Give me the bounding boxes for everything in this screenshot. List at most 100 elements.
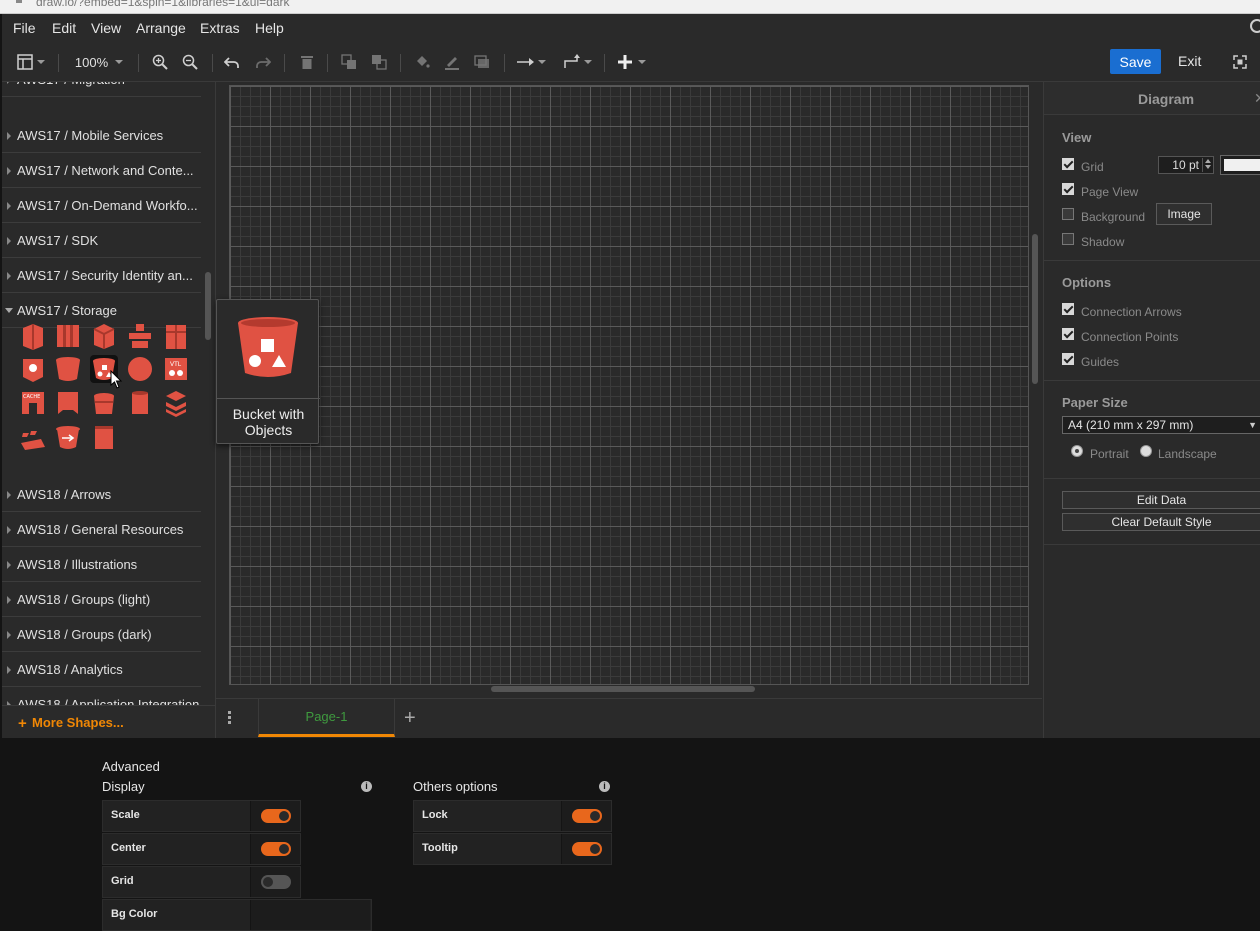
library-row[interactable]: AWS18 / Arrows bbox=[2, 477, 201, 512]
menu-help[interactable]: Help bbox=[255, 20, 284, 36]
library-row[interactable]: AWS18 / Illustrations bbox=[2, 547, 201, 582]
shape-cluster-icon[interactable] bbox=[126, 322, 154, 350]
shape-column-icon[interactable] bbox=[54, 322, 82, 350]
fill-color-button[interactable] bbox=[412, 50, 432, 74]
shape-vtl-icon[interactable]: VTL bbox=[162, 355, 190, 383]
redo-button[interactable] bbox=[253, 50, 273, 74]
shadow-checkbox[interactable] bbox=[1062, 233, 1074, 245]
option-label: Center bbox=[111, 842, 146, 854]
close-icon[interactable]: ✕ bbox=[1254, 90, 1260, 107]
option-control-cell bbox=[561, 834, 611, 864]
insert-dropdown[interactable] bbox=[615, 50, 649, 74]
to-front-button[interactable] bbox=[339, 50, 359, 74]
exit-button[interactable]: Exit bbox=[1178, 53, 1201, 69]
toggle-switch[interactable] bbox=[572, 809, 602, 823]
menu-view[interactable]: View bbox=[91, 20, 121, 36]
vertical-scrollbar[interactable] bbox=[1032, 234, 1038, 384]
zoom-out-button[interactable] bbox=[180, 50, 200, 74]
more-shapes-button[interactable]: + More Shapes... bbox=[2, 705, 215, 738]
option-row: Lock bbox=[413, 800, 612, 832]
edit-data-button[interactable]: Edit Data bbox=[1062, 491, 1260, 509]
library-row[interactable]: AWS17 / Network and Conte... bbox=[2, 153, 201, 188]
clear-default-style-button[interactable]: Clear Default Style bbox=[1062, 513, 1260, 531]
library-row[interactable]: AWS18 / Groups (dark) bbox=[2, 617, 201, 652]
landscape-radio[interactable] bbox=[1140, 445, 1152, 457]
toggle-switch[interactable] bbox=[261, 809, 291, 823]
library-row[interactable]: AWS17 / On-Demand Workfo... bbox=[2, 188, 201, 223]
zoom-in-icon bbox=[152, 54, 168, 70]
pages-menu-icon[interactable] bbox=[228, 711, 232, 725]
option-label: Tooltip bbox=[422, 842, 458, 854]
diagram-page-grid[interactable] bbox=[229, 85, 1029, 685]
add-page-button[interactable]: + bbox=[404, 707, 416, 730]
guides-checkbox[interactable] bbox=[1062, 353, 1074, 365]
connection-style-dropdown[interactable] bbox=[514, 50, 548, 74]
shadow-button[interactable] bbox=[472, 50, 492, 74]
fullscreen-button[interactable] bbox=[1232, 50, 1248, 74]
shape-block-small-icon[interactable] bbox=[90, 423, 118, 451]
menu-file[interactable]: File bbox=[13, 20, 36, 36]
grid-checkbox[interactable] bbox=[1062, 158, 1074, 170]
shape-sign-icon[interactable] bbox=[19, 355, 47, 383]
info-icon[interactable]: i bbox=[599, 781, 610, 792]
toggle-switch[interactable] bbox=[261, 842, 291, 856]
background-checkbox[interactable] bbox=[1062, 208, 1074, 220]
globe-icon[interactable] bbox=[1250, 19, 1260, 33]
menu-edit[interactable]: Edit bbox=[52, 20, 76, 36]
shape-stack-icon[interactable] bbox=[162, 389, 190, 417]
tab-page-1[interactable]: Page-1 bbox=[258, 699, 395, 737]
expand-closed-icon bbox=[7, 202, 11, 210]
library-row[interactable]: AWS18 / Groups (light) bbox=[2, 582, 201, 617]
menu-extras[interactable]: Extras bbox=[200, 20, 240, 36]
grid-color-button[interactable] bbox=[1220, 155, 1260, 175]
shape-bucket-icon[interactable] bbox=[54, 355, 82, 383]
toolbar-divider bbox=[212, 54, 213, 72]
diagram-canvas-area[interactable] bbox=[216, 82, 1042, 712]
paper-size-select[interactable]: A4 (210 mm x 297 mm) ▼ bbox=[1062, 416, 1260, 434]
toolbar-divider bbox=[138, 54, 139, 72]
shape-box-icon[interactable] bbox=[162, 322, 190, 350]
zoom-dropdown[interactable]: 100% bbox=[70, 50, 128, 74]
bg-color-input[interactable] bbox=[250, 900, 370, 930]
horizontal-scrollbar[interactable] bbox=[491, 686, 755, 692]
browser-url-bar[interactable]: draw.io/?embed=1&spin=1&libraries=1&ui=d… bbox=[0, 0, 1260, 14]
shape-cube-icon[interactable] bbox=[90, 322, 118, 350]
background-image-button[interactable]: Image bbox=[1156, 203, 1212, 225]
library-row[interactable]: AWS17 / Migration bbox=[2, 82, 201, 97]
library-row[interactable]: AWS17 / Mobile Services bbox=[2, 118, 201, 153]
info-icon[interactable]: i bbox=[361, 781, 372, 792]
library-label: AWS18 / Analytics bbox=[17, 662, 123, 677]
chevron-down-icon bbox=[537, 60, 546, 64]
format-panel-toggle[interactable] bbox=[14, 50, 48, 74]
portrait-radio[interactable] bbox=[1071, 445, 1083, 457]
shape-fleet-icon[interactable] bbox=[19, 423, 47, 451]
waypoints-dropdown[interactable] bbox=[560, 50, 594, 74]
save-button[interactable]: Save bbox=[1110, 49, 1161, 74]
shape-box-flat-icon[interactable] bbox=[54, 389, 82, 417]
guides-label: Guides bbox=[1081, 355, 1120, 369]
page-tab-label: Page-1 bbox=[305, 709, 348, 724]
zoom-in-button[interactable] bbox=[150, 50, 170, 74]
sidebar-scrollbar[interactable] bbox=[205, 272, 211, 340]
delete-button[interactable] bbox=[297, 50, 317, 74]
undo-button[interactable] bbox=[222, 50, 242, 74]
toggle-switch[interactable] bbox=[572, 842, 602, 856]
shape-block-icon[interactable] bbox=[19, 322, 47, 350]
shape-migrate-icon[interactable] bbox=[54, 423, 82, 451]
library-label: AWS18 / Illustrations bbox=[17, 557, 138, 572]
menu-arrange[interactable]: Arrange bbox=[136, 20, 186, 36]
grid-size-input[interactable]: 10 pt bbox=[1158, 156, 1214, 174]
library-row[interactable]: AWS17 / SDK bbox=[2, 223, 201, 258]
page-view-checkbox[interactable] bbox=[1062, 183, 1074, 195]
library-row[interactable]: AWS18 / Analytics bbox=[2, 652, 201, 687]
to-back-button[interactable] bbox=[369, 50, 389, 74]
library-row[interactable]: AWS18 / General Resources bbox=[2, 512, 201, 547]
shape-cache-icon[interactable]: CACHE bbox=[19, 389, 47, 417]
grid-size-stepper[interactable] bbox=[1202, 158, 1212, 172]
option-row: Center bbox=[102, 833, 301, 865]
connection-points-checkbox[interactable] bbox=[1062, 328, 1074, 340]
library-row[interactable]: AWS17 / Security Identity an... bbox=[2, 258, 201, 293]
line-color-button[interactable] bbox=[442, 50, 462, 74]
connection-arrows-checkbox[interactable] bbox=[1062, 303, 1074, 315]
toggle-switch[interactable] bbox=[261, 875, 291, 889]
